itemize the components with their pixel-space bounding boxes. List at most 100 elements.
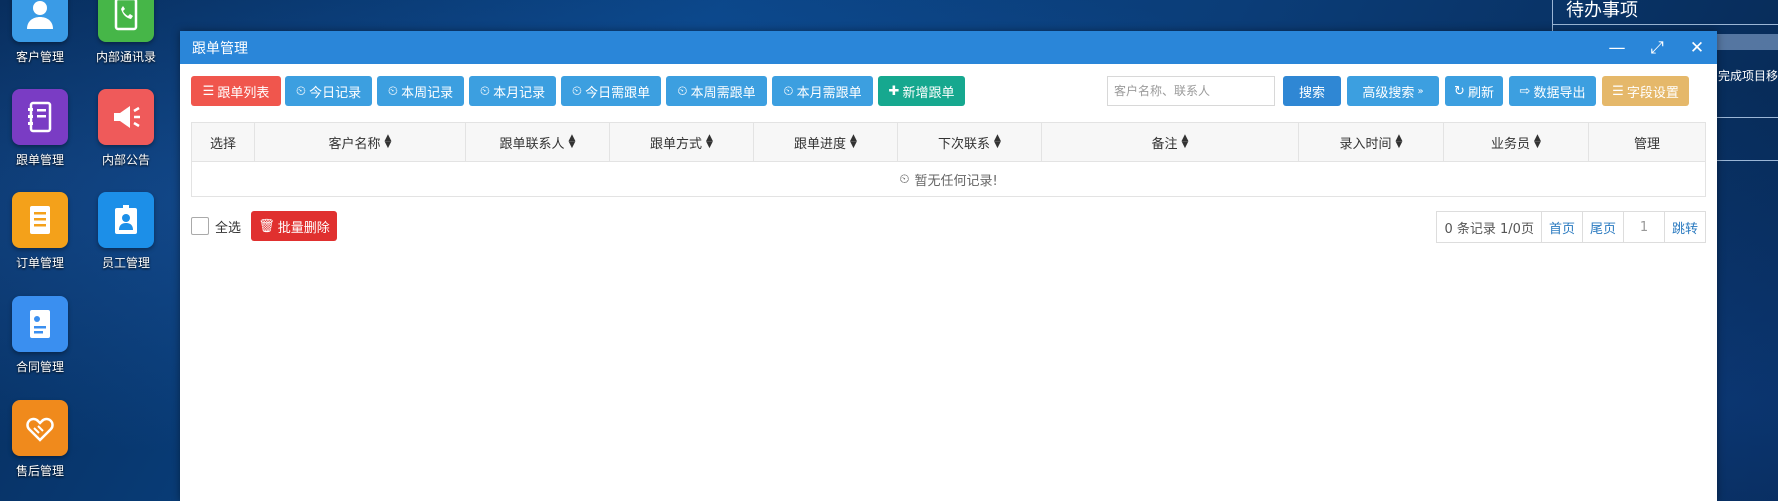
sort-icon: ▲ ▼ (706, 133, 713, 150)
desktop-icon-staff[interactable]: 员工管理 (86, 192, 166, 271)
export-icon: ⇨ (1519, 83, 1531, 99)
desktop-icon-orders[interactable]: 订单管理 (0, 192, 80, 271)
plus-icon: ✚ (888, 83, 900, 99)
toolbar: ☰ 跟单列表 ⏲ 今日记录 ⏲ 本周记录 ⏲ 本月记录 ⏲ 今日需跟单 ⏲ 本周需跟单 ⏲ 本… (191, 76, 1706, 106)
sort-icon: ▲ ▼ (384, 133, 392, 150)
column-header-customer[interactable]: 客户名称 ▲ ▼ (255, 123, 466, 161)
today-need-button[interactable]: ⏲ 今日需跟单 (561, 76, 661, 106)
close-icon[interactable]: ✕ (1677, 31, 1717, 64)
window-title: 跟单管理 (192, 40, 248, 57)
desktop-icon-label: 内部通讯录 (95, 50, 156, 64)
sort-icon: ▲ ▼ (1181, 133, 1189, 150)
window-title-bar[interactable]: 跟单管理 — ⤢ ✕ (180, 31, 1717, 64)
jump-button[interactable]: 跳转 (1665, 212, 1705, 242)
pagination: 0 条记录 1/0页 首页 尾页 1 跳转 (1436, 211, 1706, 243)
pager-summary: 0 条记录 1/0页 (1437, 212, 1542, 242)
desktop-icon-label: 跟单管理 (15, 153, 64, 167)
first-page-link[interactable]: 首页 (1542, 212, 1583, 242)
column-header-next-contact[interactable]: 下次联系 ▲ ▼ (898, 123, 1042, 161)
export-button[interactable]: ⇨ 数据导出 (1509, 76, 1596, 106)
last-page-link[interactable]: 尾页 (1583, 212, 1624, 242)
button-label: 搜索 (1298, 85, 1325, 101)
desktop-icon-aftersales[interactable]: 售后管理 (0, 400, 80, 479)
table-header: 选择 客户名称 ▲ ▼ 跟单联系人 ▲ ▼ 跟单方式 ▲ ▼ 跟单进度 ▲ ▼ 下次联系 ▲ ▼ 备… (192, 123, 1705, 162)
sort-icon: ▲ ▼ (568, 133, 576, 150)
clock-icon: ⏲ (295, 83, 307, 99)
desktop-icon-label: 客户管理 (15, 50, 64, 64)
button-label: 数据导出 (1533, 85, 1586, 101)
clock-icon: ⏲ (571, 83, 583, 99)
add-followup-button[interactable]: ✚ 新增跟单 (878, 76, 965, 106)
today-record-button[interactable]: ⏲ 今日记录 (285, 76, 372, 106)
minimize-icon[interactable]: — (1597, 31, 1637, 64)
desktop-icon-contracts[interactable]: 合同管理 (0, 296, 80, 375)
advanced-search-button[interactable]: 高级搜索» (1347, 76, 1439, 106)
document-icon (12, 192, 68, 248)
list-icon: ☰ (202, 83, 215, 99)
id-badge-icon (98, 192, 154, 248)
empty-state: ⏲ 暂无任何记录! (192, 162, 1705, 196)
column-header-progress[interactable]: 跟单进度 ▲ ▼ (754, 123, 898, 161)
todo-title: 待办事项 (1566, 0, 1638, 21)
batch-delete-button[interactable]: 🗑 批量删除 (251, 211, 338, 241)
column-header-salesperson[interactable]: 业务员 ▲ ▼ (1444, 123, 1589, 161)
desktop-icon-contacts[interactable]: 内部通讯录 (86, 0, 166, 65)
button-label: 本月需跟单 (796, 85, 862, 101)
month-need-button[interactable]: ⏲ 本月需跟单 (772, 76, 873, 106)
field-settings-button[interactable]: ☰ 字段设置 (1602, 76, 1689, 106)
page-number-input[interactable]: 1 (1624, 212, 1665, 242)
clock-icon: ⏲ (479, 83, 491, 99)
sort-icon: ▲ ▼ (1395, 133, 1403, 150)
column-header-notes[interactable]: 备注 ▲ ▼ (1042, 123, 1299, 161)
column-header-method[interactable]: 跟单方式 ▲ ▼ (610, 123, 754, 161)
clock-icon: ⏲ (677, 83, 688, 99)
column-header-manage: 管理 (1633, 136, 1660, 152)
search-button[interactable]: 搜索 (1283, 76, 1341, 106)
desktop-icon-followup[interactable]: 跟单管理 (0, 89, 80, 168)
desktop-icon-customer[interactable]: 客户管理 (0, 0, 80, 65)
search-input[interactable] (1107, 76, 1275, 106)
desktop-icon-label: 合同管理 (15, 360, 64, 374)
desktop-icon-label: 员工管理 (101, 256, 150, 270)
week-need-button[interactable]: ⏲ 本周需跟单 (666, 76, 767, 106)
column-header-contact[interactable]: 跟单联系人 ▲ ▼ (466, 123, 610, 161)
month-record-button[interactable]: ⏲ 本月记录 (469, 76, 556, 106)
button-label: 刷新 (1467, 85, 1494, 101)
trash-icon: 🗑 (258, 218, 275, 234)
clock-icon: ⏲ (783, 83, 794, 99)
select-all-checkbox[interactable] (191, 217, 209, 235)
desktop-icon-label: 售后管理 (15, 464, 64, 478)
followup-table: 选择 客户名称 ▲ ▼ 跟单联系人 ▲ ▼ 跟单方式 ▲ ▼ 跟单进度 ▲ ▼ 下次联系 ▲ ▼ 备… (191, 122, 1706, 197)
desktop-icon-label: 订单管理 (15, 256, 64, 270)
todo-item[interactable]: 完成项目移 (1718, 67, 1778, 84)
empty-text: 暂无任何记录! (914, 173, 998, 189)
button-label: 本月记录 (493, 85, 546, 101)
customer-icon (12, 0, 68, 42)
followup-window: 跟单管理 — ⤢ ✕ ☰ 跟单列表 ⏲ 今日记录 ⏲ 本周记录 ⏲ 本月记录 ⏲ 今日需跟… (180, 31, 1717, 501)
clock-icon: ⏲ (899, 171, 910, 187)
refresh-icon: ↻ (1454, 83, 1465, 99)
desktop-icon-label: 内部公告 (101, 153, 150, 167)
column-header-select: 选择 (192, 123, 255, 161)
sort-icon: ▲ ▼ (994, 133, 1001, 150)
maximize-icon[interactable]: ⤢ (1637, 31, 1677, 64)
button-label: 跟单列表 (217, 85, 270, 101)
desktop-icon-announcement[interactable]: 内部公告 (86, 89, 166, 168)
table-footer-actions: 全选 🗑 批量删除 (191, 211, 338, 241)
address-book-icon (98, 0, 154, 42)
button-label: 批量删除 (277, 220, 330, 236)
button-label: 高级搜索 (1362, 85, 1415, 101)
button-label: 字段设置 (1626, 85, 1679, 101)
clock-icon: ⏲ (387, 83, 399, 99)
button-label: 本周需跟单 (690, 85, 756, 101)
double-chevron-down-icon: » (1417, 85, 1424, 97)
button-label: 本周记录 (401, 85, 454, 101)
column-header-entry-time[interactable]: 录入时间 ▲ ▼ (1299, 123, 1444, 161)
select-all-label[interactable]: 全选 (215, 217, 241, 236)
week-record-button[interactable]: ⏲ 本周记录 (377, 76, 464, 106)
sort-icon: ▲ ▼ (1534, 133, 1541, 150)
refresh-button[interactable]: ↻ 刷新 (1445, 76, 1503, 106)
handshake-icon (12, 400, 68, 456)
followup-list-button[interactable]: ☰ 跟单列表 (191, 76, 281, 106)
button-label: 今日需跟单 (585, 85, 651, 101)
